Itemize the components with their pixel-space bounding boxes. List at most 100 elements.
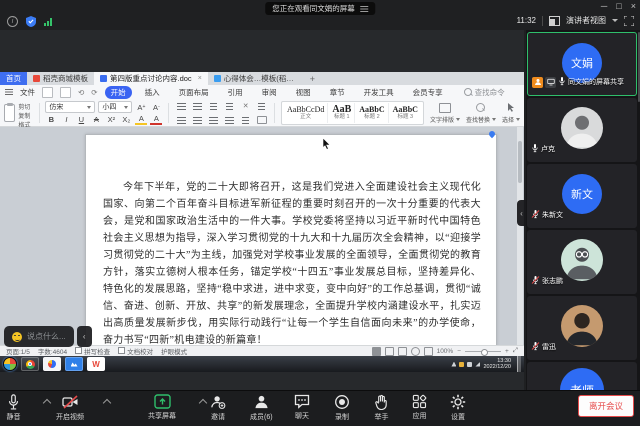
participant-tile[interactable]: 卢克 — [527, 98, 637, 162]
proofread-toggle[interactable]: 文档校对 — [118, 346, 153, 356]
mute-options-chevron[interactable] — [42, 398, 52, 408]
font-size-select[interactable]: 小四 — [98, 101, 133, 113]
participant-tile[interactable]: 新文 朱新文 — [527, 164, 637, 228]
tab-document-active[interactable]: 第四版重点讨论内容.doc × — [94, 72, 208, 85]
shading-icon[interactable] — [255, 115, 268, 125]
grow-font-button[interactable]: A + — [135, 102, 147, 112]
menu-dev-tools[interactable]: 开发工具 — [358, 86, 400, 99]
bold-button[interactable]: B — [45, 114, 57, 124]
sidebar-collapse-handle[interactable]: ‹ — [517, 200, 526, 226]
taskbar-chrome-icon[interactable] — [21, 357, 39, 371]
document-scrollbar[interactable] — [517, 127, 523, 345]
minimize-button[interactable]: ─ — [601, 0, 607, 12]
align-right-icon[interactable] — [207, 115, 220, 125]
view-web-icon[interactable] — [384, 346, 394, 356]
spellcheck-toggle[interactable]: 拼写检查 — [75, 346, 110, 356]
chat-button[interactable]: 聊天 — [294, 394, 310, 421]
zoom-in-button[interactable]: + — [505, 348, 509, 355]
line-spacing-icon[interactable] — [239, 115, 252, 125]
view-mode-label[interactable]: 演讲者视图 — [566, 15, 606, 26]
taskbar-docs-icon[interactable] — [65, 357, 83, 371]
participant-tile[interactable]: 雷迅 — [527, 296, 637, 360]
indent-increase-icon[interactable] — [223, 101, 236, 111]
align-left-icon[interactable] — [175, 115, 188, 125]
close-button[interactable]: × — [631, 0, 636, 12]
apps-button[interactable]: 应用 — [412, 394, 427, 421]
highlight-color-button[interactable]: A — [135, 113, 148, 125]
word-count[interactable]: 字数:4604 — [38, 346, 67, 356]
settings-button[interactable]: 设置 — [450, 394, 466, 422]
style-heading3[interactable]: AaBbC 标题 3 — [390, 103, 421, 123]
show-desktop-button[interactable] — [517, 356, 521, 372]
participant-tile[interactable]: 文娟 同文娟的屏幕共享 — [527, 32, 637, 96]
view-page-icon[interactable] — [371, 346, 381, 356]
menu-references[interactable]: 引用 — [222, 86, 249, 99]
print-icon[interactable] — [60, 86, 71, 98]
watching-banner[interactable]: 您正在观看同文娟的屏幕 — [265, 2, 375, 15]
style-normal[interactable]: AaBbCcDd 正文 — [284, 103, 329, 123]
start-video-button[interactable]: 开启视频 — [56, 394, 84, 422]
copy-button[interactable]: 复制 — [18, 111, 32, 120]
video-options-chevron[interactable] — [102, 398, 112, 408]
redo-icon[interactable]: ⟳ — [91, 88, 97, 97]
align-center-icon[interactable] — [191, 115, 204, 125]
justify-icon[interactable] — [223, 115, 236, 125]
menu-section[interactable]: 章节 — [324, 86, 351, 99]
menu-file[interactable]: 文件 — [20, 87, 35, 98]
superscript-button[interactable]: X² — [105, 114, 117, 124]
undo-icon[interactable]: ⟲ — [78, 88, 84, 97]
tray-volume-icon[interactable] — [467, 361, 473, 367]
new-tab-button[interactable]: + — [304, 72, 321, 85]
quick-chat-input[interactable]: 说点什么... — [4, 326, 74, 347]
style-heading1[interactable]: AaB 标题 1 — [329, 103, 356, 123]
start-button[interactable] — [3, 357, 17, 371]
taskbar-wps-icon[interactable]: W — [87, 357, 105, 371]
zoom-slider[interactable] — [465, 348, 501, 356]
document-page[interactable]: 今年下半年，党的二十大即将召开，这是我们党进入全面建设社会主义现代化国家、向第二… — [85, 134, 497, 345]
shrink-font-button[interactable]: A- — [150, 102, 162, 112]
file-menu-icon[interactable] — [5, 89, 13, 95]
tray-network-icon[interactable] — [475, 361, 481, 367]
find-replace-tool[interactable]: 查找替换 — [466, 101, 496, 125]
menu-insert[interactable]: 插入 — [139, 86, 166, 99]
menu-page-layout[interactable]: 页面布局 — [173, 86, 215, 99]
maximize-button[interactable]: □ — [616, 0, 621, 12]
participant-tile[interactable]: 张志鹏 — [527, 230, 637, 294]
raise-hand-button[interactable]: 举手 — [374, 394, 389, 422]
strikethrough-button[interactable]: A — [90, 114, 102, 124]
collapse-chat-button[interactable]: ‹ — [76, 326, 92, 347]
leave-meeting-button[interactable]: 离开会议 — [578, 395, 634, 417]
menu-start[interactable]: 开始 — [104, 85, 132, 99]
document-canvas[interactable]: 今年下半年，党的二十大即将召开，这是我们党进入全面建设社会主义现代化国家、向第二… — [0, 127, 524, 345]
save-icon[interactable] — [42, 86, 53, 98]
fullscreen-icon[interactable] — [624, 15, 634, 26]
style-heading2[interactable]: AaBbC 标题 2 — [356, 103, 389, 123]
clear-format-icon[interactable]: ✕ — [239, 101, 252, 111]
view-read-icon[interactable] — [410, 346, 420, 356]
tray-hidden-icons[interactable] — [451, 361, 457, 367]
menu-review[interactable]: 审阅 — [256, 86, 283, 99]
zoom-out-button[interactable]: − — [457, 348, 461, 355]
command-search[interactable]: 查找命令 — [463, 87, 505, 98]
font-name-select[interactable]: 仿宋 — [45, 101, 96, 113]
fit-page-icon[interactable]: ⤢ — [513, 347, 518, 355]
participant-tile[interactable]: 老师 — [527, 362, 637, 390]
menu-view[interactable]: 视图 — [290, 86, 317, 99]
record-button[interactable]: 录制 — [334, 394, 350, 422]
tab-other[interactable]: 心得体会…模板(稻壳网) — [208, 72, 304, 85]
tab-home[interactable]: 首页 — [0, 72, 27, 85]
numbered-list-icon[interactable] — [191, 101, 204, 111]
emoji-icon[interactable] — [12, 331, 22, 342]
bullet-list-icon[interactable] — [175, 101, 188, 111]
subscript-button[interactable]: X₂ — [120, 114, 132, 124]
document-paragraph[interactable]: 今年下半年，党的二十大即将召开，这是我们党进入全面建设社会主义现代化国家、向第二… — [103, 179, 481, 345]
share-screen-button[interactable]: 共享屏幕 — [148, 394, 176, 421]
menu-member[interactable]: 会员专享 — [407, 86, 449, 99]
underline-button[interactable]: U — [75, 114, 87, 124]
tray-security-icon[interactable] — [459, 361, 465, 367]
eye-protect-mode[interactable]: 护眼模式 — [161, 346, 187, 356]
view-mode-caret-icon[interactable] — [612, 19, 618, 22]
location-pin-icon[interactable] — [488, 131, 496, 141]
zoom-level[interactable]: 100% — [437, 348, 454, 355]
view-outline-icon[interactable] — [397, 346, 407, 356]
